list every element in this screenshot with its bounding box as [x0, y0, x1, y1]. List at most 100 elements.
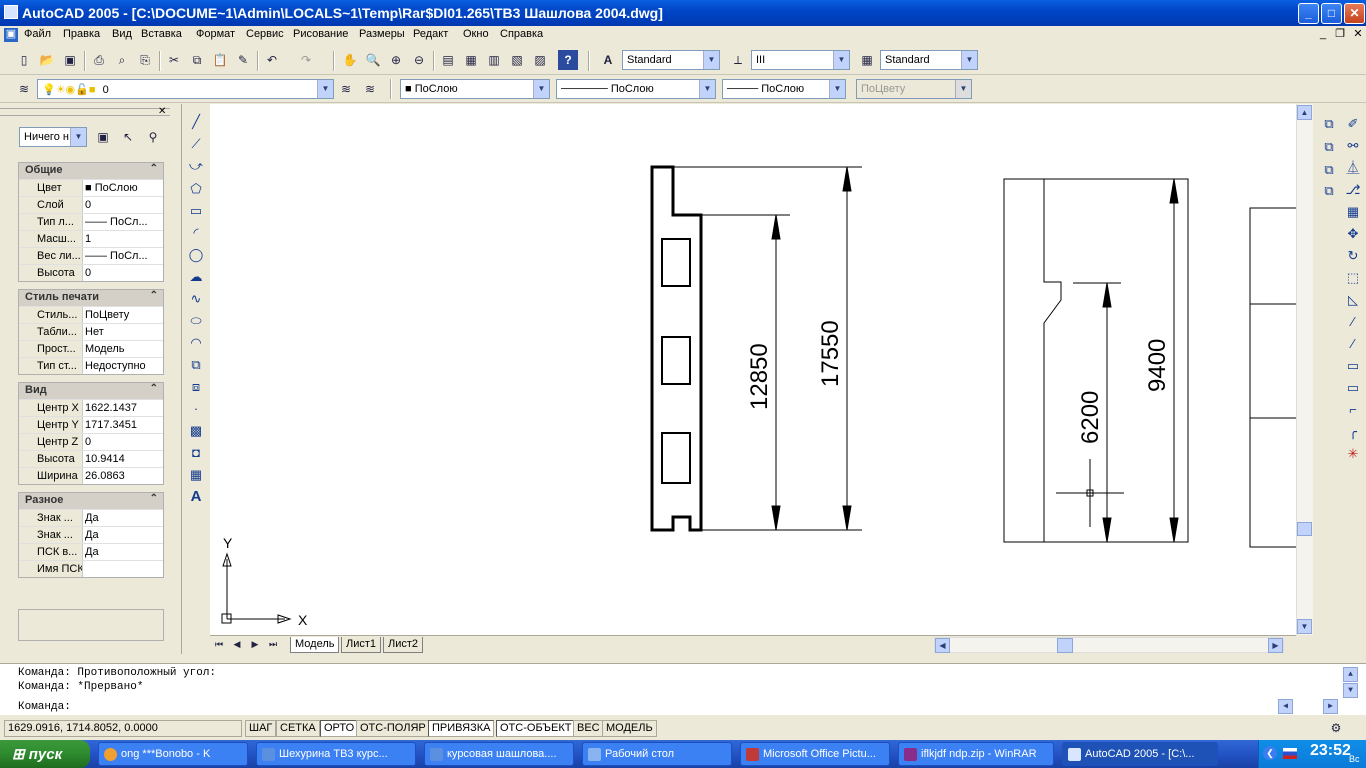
communication-center-icon[interactable]: ⚙: [1326, 718, 1346, 738]
construction-line-icon[interactable]: ⟋: [186, 134, 206, 154]
menu-dimension[interactable]: Размеры: [359, 28, 405, 40]
send-back-icon[interactable]: ⧉: [1319, 160, 1339, 180]
publish-icon[interactable]: ⎘: [135, 50, 155, 70]
ellipse-icon[interactable]: ⬭: [186, 311, 206, 331]
prev-tab-icon[interactable]: ◀: [230, 636, 244, 652]
lwt-toggle[interactable]: ВЕС: [573, 720, 604, 737]
taskbar-item[interactable]: Рабочий стол: [582, 742, 732, 766]
prop-row[interactable]: Табли... Нет: [19, 323, 163, 340]
tab-layout2[interactable]: Лист2: [383, 637, 424, 653]
prop-row[interactable]: Высота 0: [19, 264, 163, 281]
arc-icon[interactable]: ◜: [186, 223, 206, 243]
erase-icon[interactable]: ✐: [1343, 114, 1363, 134]
taskbar-item[interactable]: ong ***Bonobo - K: [98, 742, 248, 766]
polar-toggle[interactable]: ОТС-ПОЛЯР: [356, 720, 430, 737]
open-icon[interactable]: 📂: [37, 50, 57, 70]
selection-select[interactable]: Ничего н ▼: [19, 127, 87, 147]
zoom-window-icon[interactable]: ⊕: [386, 50, 406, 70]
menu-draw[interactable]: Рисование: [293, 28, 348, 40]
table-style-select[interactable]: Standard ▼: [880, 50, 978, 70]
taskbar-item-active[interactable]: AutoCAD 2005 - [C:\...: [1062, 742, 1218, 766]
revision-cloud-icon[interactable]: ☁: [186, 267, 206, 287]
next-tab-icon[interactable]: ▶: [248, 636, 262, 652]
prop-row[interactable]: Стиль... ПоЦвету: [19, 306, 163, 323]
tray-expand-icon[interactable]: ❮: [1263, 746, 1277, 760]
drawing-canvas[interactable]: 12850 17550 6200 9400 Y X: [210, 104, 1296, 635]
polygon-icon[interactable]: ⬠: [186, 179, 206, 199]
maximize-button[interactable]: □: [1321, 3, 1342, 24]
offset-icon[interactable]: ⎇: [1343, 180, 1363, 200]
tool-palettes-icon[interactable]: ▥: [484, 50, 504, 70]
menu-help[interactable]: Справка: [500, 28, 543, 40]
ellipse-arc-icon[interactable]: ◠: [186, 333, 206, 353]
spline-icon[interactable]: ∿: [186, 289, 206, 309]
markup-icon[interactable]: ▨: [530, 50, 550, 70]
menu-window[interactable]: Окно: [463, 28, 489, 40]
menu-tools[interactable]: Сервис: [246, 28, 284, 40]
model-toggle[interactable]: МОДЕЛЬ: [602, 720, 657, 737]
zoom-realtime-icon[interactable]: 🔍: [363, 50, 383, 70]
new-icon[interactable]: ▯: [14, 50, 34, 70]
prop-row[interactable]: Ширина 26.0863: [19, 467, 163, 484]
make-layer-current-icon[interactable]: ≋: [336, 79, 356, 99]
layer-manager-icon[interactable]: ≋: [14, 79, 34, 99]
doc-minimize-button[interactable]: _: [1316, 28, 1330, 42]
last-tab-icon[interactable]: ⏭: [266, 636, 280, 652]
language-flag-icon[interactable]: [1283, 748, 1297, 759]
prop-row[interactable]: Центр X 1622.1437: [19, 399, 163, 416]
taskbar-item[interactable]: iflkjdf ndp.zip - WinRAR: [898, 742, 1054, 766]
draworder-icon[interactable]: ⧉: [1319, 114, 1339, 134]
cut-icon[interactable]: ✂: [164, 50, 184, 70]
paste-icon[interactable]: 📋: [210, 50, 230, 70]
layer-select[interactable]: 💡☀◉🔓■ 0 ▼: [37, 79, 334, 99]
prop-row[interactable]: Высота 10.9414: [19, 450, 163, 467]
command-prompt[interactable]: Команда:: [18, 701, 71, 713]
point-icon[interactable]: ·: [186, 399, 206, 419]
scroll-left-icon[interactable]: ◀: [935, 638, 950, 653]
move-icon[interactable]: ✥: [1343, 224, 1363, 244]
explode-icon[interactable]: ✳: [1343, 444, 1363, 464]
minimize-button[interactable]: _: [1298, 3, 1319, 24]
prop-row[interactable]: Масш... 1: [19, 230, 163, 247]
document-icon[interactable]: ▣: [4, 28, 18, 42]
menu-file[interactable]: Файл: [24, 28, 51, 40]
snap-toggle[interactable]: ШАГ: [245, 720, 277, 737]
prop-row[interactable]: Прост... Модель: [19, 340, 163, 357]
trim-icon[interactable]: ⁄: [1343, 312, 1363, 332]
start-button[interactable]: ⊞ пуск: [0, 740, 90, 768]
prop-row[interactable]: Слой 0: [19, 196, 163, 213]
horizontal-scrollbar[interactable]: ◀ ▶: [934, 637, 1284, 653]
insert-block-icon[interactable]: ⧉: [186, 355, 206, 375]
tab-model[interactable]: Модель: [290, 637, 340, 653]
polyline-icon[interactable]: ⤻: [186, 156, 206, 176]
layer-previous-icon[interactable]: ≋: [360, 79, 380, 99]
fillet-icon[interactable]: ╭: [1343, 422, 1363, 442]
menu-format[interactable]: Формат: [196, 28, 235, 40]
circle-icon[interactable]: ◯: [186, 245, 206, 265]
prop-row[interactable]: Знак ... Да: [19, 509, 163, 526]
copy-icon[interactable]: ⧉: [187, 50, 207, 70]
break-at-point-icon[interactable]: ▭: [1343, 356, 1363, 376]
cmd-scroll-down-icon[interactable]: ▼: [1343, 683, 1358, 698]
lineweight-select[interactable]: ──── ПоСлою ▼: [722, 79, 846, 99]
scroll-up-icon[interactable]: ▲: [1297, 105, 1312, 120]
dim-style-select[interactable]: III ▼: [751, 50, 850, 70]
prop-row[interactable]: Центр Y 1717.3451: [19, 416, 163, 433]
prop-row[interactable]: ПСК в... Да: [19, 543, 163, 560]
cmd-scroll-left-icon[interactable]: ◀: [1278, 699, 1293, 714]
menu-edit[interactable]: Правка: [63, 28, 100, 40]
first-tab-icon[interactable]: ⏮: [212, 636, 226, 652]
text-style-icon[interactable]: A: [598, 50, 618, 70]
select-objects-icon[interactable]: ↖: [118, 127, 138, 147]
menu-modify[interactable]: Редакт: [413, 28, 448, 40]
extend-icon[interactable]: ⁄: [1343, 334, 1363, 354]
table-icon[interactable]: ▦: [186, 465, 206, 485]
vertical-scrollbar[interactable]: ▲ ▼: [1296, 104, 1313, 635]
scale-icon[interactable]: ⬚: [1343, 268, 1363, 288]
hatch-icon[interactable]: ▩: [186, 421, 206, 441]
array-icon[interactable]: ▦: [1343, 202, 1363, 222]
prop-row[interactable]: Тип л... —— ПоСл...: [19, 213, 163, 230]
scroll-down-icon[interactable]: ▼: [1297, 619, 1312, 634]
chamfer-icon[interactable]: ⌐: [1343, 400, 1363, 420]
zoom-previous-icon[interactable]: ⊖: [409, 50, 429, 70]
